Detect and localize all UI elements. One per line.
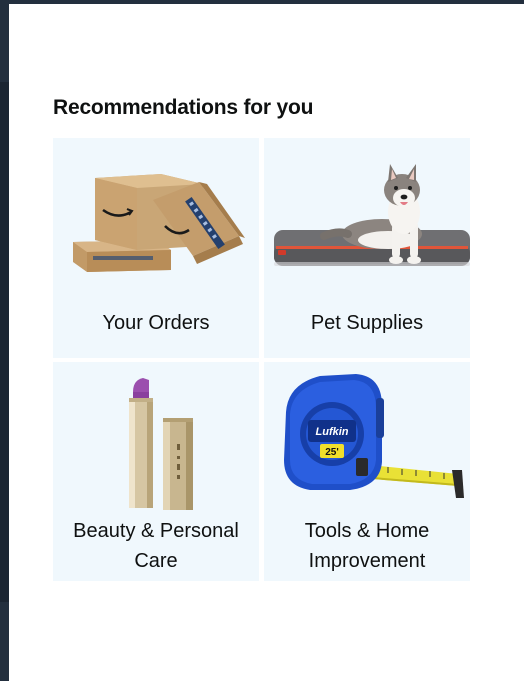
frame-left-edge-middle — [0, 82, 9, 602]
amazon-boxes-icon — [73, 174, 245, 272]
tile-label: Pet Supplies — [310, 312, 424, 334]
tile-beauty-personal-care[interactable]: Beauty & Personal Care — [53, 362, 259, 581]
tape-brand-text: Lufkin — [316, 426, 349, 438]
tile-label: Your Orders — [102, 312, 210, 334]
tile-label: Beauty & Personal Care — [73, 520, 239, 572]
tile-pet-supplies[interactable]: Pet Supplies — [264, 138, 470, 358]
tape-size-text: 25' — [325, 447, 339, 458]
dog-on-bed-icon — [274, 164, 470, 266]
lipstick-icon — [129, 378, 193, 510]
frame-left-edge-top — [0, 4, 9, 82]
tape-measure-icon: Lufkin 25' — [284, 374, 464, 498]
recommendation-grid: Your Orders Pet Supplies Beauty & Person… — [53, 138, 471, 581]
tile-label: Tools & Home Improvement — [304, 520, 430, 572]
section-title: Recommendations for you — [53, 96, 314, 119]
tile-your-orders[interactable]: Your Orders — [53, 138, 259, 358]
tile-tools-home-improvement[interactable]: Lufkin 25' Tools & Home Improvement — [264, 362, 470, 581]
